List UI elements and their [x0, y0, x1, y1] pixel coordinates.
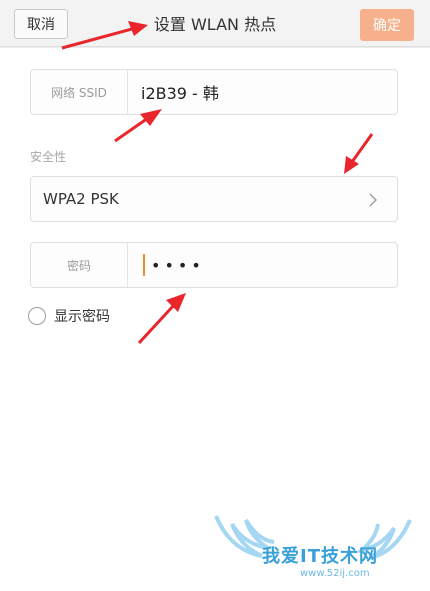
annotation-arrow-ssid — [114, 109, 162, 143]
password-masked-value: •••• — [151, 255, 205, 275]
ssid-field[interactable]: 网络 SSID i2B39 - 韩 — [30, 69, 398, 115]
annotation-arrow-title — [61, 21, 148, 50]
annotation-arrow-security — [344, 133, 374, 174]
password-label: 密码 — [31, 243, 128, 287]
password-input[interactable]: •••• — [143, 243, 205, 287]
show-password-label: 显示密码 — [54, 309, 110, 325]
watermark-text: 我爱IT技术网 — [262, 546, 378, 567]
security-section-label: 安全性 — [30, 150, 67, 164]
show-password-toggle[interactable]: 显示密码 — [28, 305, 110, 327]
confirm-button[interactable]: 确定 — [360, 9, 414, 41]
chevron-right-icon — [369, 193, 377, 207]
annotation-arrow-password — [137, 293, 186, 345]
password-field[interactable]: 密码 •••• — [30, 242, 398, 288]
security-select[interactable]: WPA2 PSK — [30, 176, 398, 222]
security-selected-value: WPA2 PSK — [43, 190, 119, 208]
text-cursor — [143, 254, 145, 276]
radio-icon[interactable] — [28, 307, 46, 325]
watermark-url: www.52ij.com — [300, 568, 370, 579]
